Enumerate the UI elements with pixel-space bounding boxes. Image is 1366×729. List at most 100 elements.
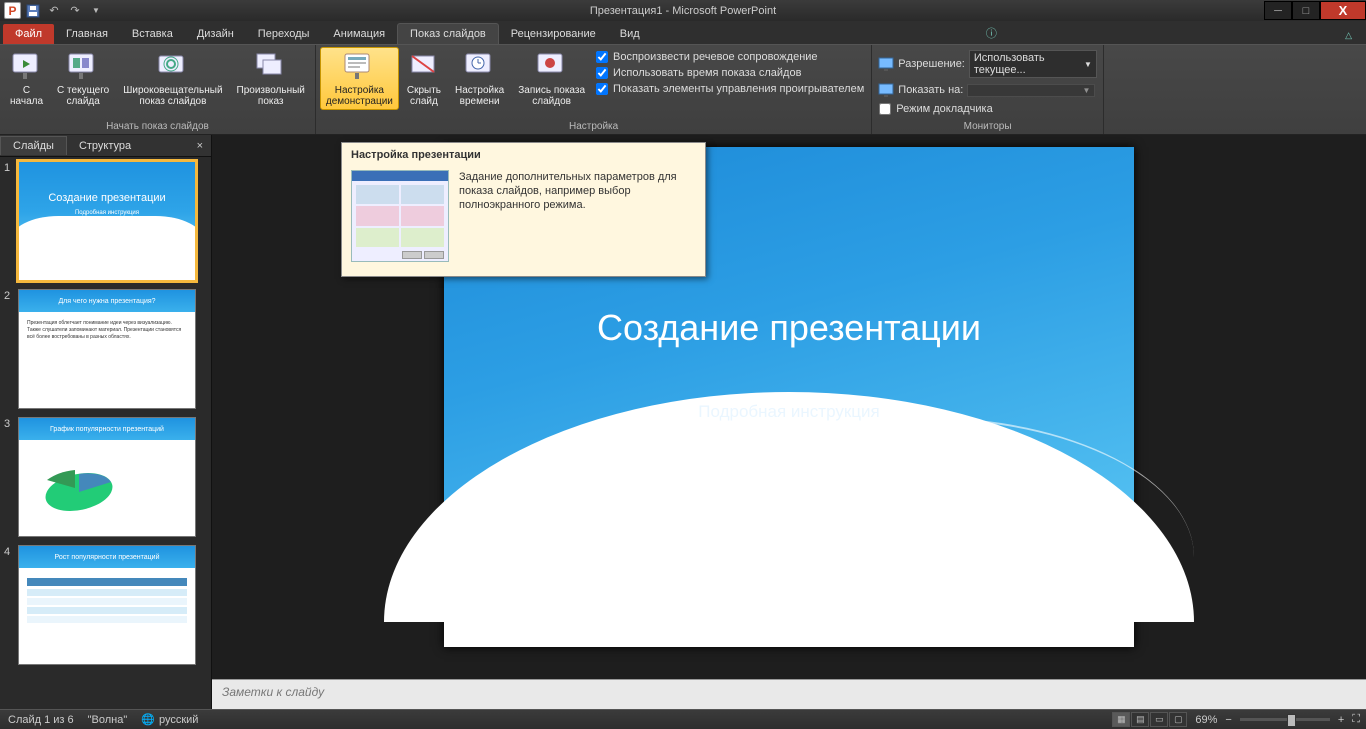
close-button[interactable]: X (1320, 1, 1366, 20)
window-title: Презентация1 - Microsoft PowerPoint (590, 5, 776, 17)
zoom-out-button[interactable]: − (1225, 714, 1231, 726)
show-on-dropdown[interactable]: ▼ (967, 84, 1095, 97)
help-icon[interactable]: ⓘ (980, 22, 1003, 44)
presentation-current-icon (67, 50, 99, 82)
tab-design[interactable]: Дизайн (185, 24, 246, 44)
thumb-number: 3 (4, 417, 14, 537)
save-icon[interactable] (24, 2, 42, 20)
tab-home[interactable]: Главная (54, 24, 120, 44)
thumbnail-list[interactable]: 1 Создание презентацииПодробная инструкц… (0, 157, 211, 709)
from-beginning-label: С начала (10, 85, 43, 107)
minimize-button[interactable]: ─ (1264, 1, 1292, 20)
zoom-in-button[interactable]: + (1338, 714, 1344, 726)
setup-show-button[interactable]: Настройка демонстрации (320, 47, 399, 110)
chevron-down-icon: ▼ (1082, 86, 1090, 95)
tab-animation[interactable]: Анимация (321, 24, 397, 44)
zoom-level[interactable]: 69% (1195, 714, 1217, 726)
thumbnail-4[interactable]: Рост популярности презентаций (18, 545, 196, 665)
hide-slide-label: Скрыть слайд (407, 85, 441, 107)
broadcast-label: Широковещательный показ слайдов (123, 85, 222, 107)
clock-icon (464, 50, 496, 82)
fit-window-button[interactable]: ⛶ (1352, 713, 1360, 726)
tooltip-title: Настройка презентации (342, 143, 705, 167)
setup-show-label: Настройка демонстрации (326, 85, 393, 107)
rehearse-label: Настройка времени (455, 85, 504, 107)
language-indicator[interactable]: 🌐русский (141, 713, 198, 726)
slides-tab[interactable]: Слайды (0, 136, 67, 155)
thumb-number: 2 (4, 289, 14, 409)
thumb-number: 4 (4, 545, 14, 665)
play-narrations-checkbox[interactable]: Воспроизвести речевое сопровождение (593, 49, 867, 65)
ribbon: С начала С текущего слайда Широковещател… (0, 44, 1366, 135)
undo-icon[interactable]: ↶ (45, 2, 63, 20)
presenter-view-checkbox[interactable]: Режим докладчика (876, 101, 1099, 117)
slide-panel: Слайды Структура × 1 Создание презентаци… (0, 135, 212, 709)
show-media-controls-checkbox[interactable]: Показать элементы управления проигрывате… (593, 81, 867, 97)
custom-show-icon (255, 50, 287, 82)
thumbnail-3[interactable]: График популярности презентаций (18, 417, 196, 537)
show-on-row: Показать на: ▼ (876, 81, 1099, 99)
window-controls: ─ □ X (1264, 1, 1366, 20)
monitor-icon (878, 56, 894, 72)
sorter-view-button[interactable]: ▤ (1131, 712, 1149, 727)
view-buttons: ▦ ▤ ▭ ▢ (1112, 712, 1187, 727)
ribbon-group-start: С начала С текущего слайда Широковещател… (0, 45, 316, 134)
thumbnail-1[interactable]: Создание презентацииПодробная инструкция (18, 161, 196, 281)
chevron-down-icon: ▼ (1084, 60, 1092, 69)
language-icon: 🌐 (141, 713, 155, 726)
tab-review[interactable]: Рецензирование (499, 24, 608, 44)
tab-slideshow[interactable]: Показ слайдов (397, 23, 499, 44)
redo-icon[interactable]: ↷ (66, 2, 84, 20)
slide-title[interactable]: Создание презентации (444, 307, 1134, 349)
thumbnail-row: 1 Создание презентацииПодробная инструкц… (4, 161, 207, 281)
tooltip-preview-image (351, 170, 449, 262)
from-beginning-button[interactable]: С начала (4, 47, 49, 110)
slideshow-view-button[interactable]: ▢ (1169, 712, 1187, 727)
normal-view-button[interactable]: ▦ (1112, 712, 1130, 727)
record-button[interactable]: Запись показа слайдов (512, 47, 591, 110)
ribbon-group-monitors: Разрешение: Использовать текущее...▼ Пок… (872, 45, 1104, 134)
tab-file[interactable]: Файл (3, 24, 54, 44)
thumbnail-2[interactable]: Для чего нужна презентация? Презентация … (18, 289, 196, 409)
title-bar: P ↶ ↷ ▼ Презентация1 - Microsoft PowerPo… (0, 0, 1366, 21)
resolution-dropdown[interactable]: Использовать текущее...▼ (969, 50, 1097, 78)
ribbon-group-setup: Настройка демонстрации Скрыть слайд Наст… (316, 45, 872, 134)
status-bar: Слайд 1 из 6 "Волна" 🌐русский ▦ ▤ ▭ ▢ 69… (0, 709, 1366, 729)
presentation-icon (11, 50, 43, 82)
group-start-label: Начать показ слайдов (4, 120, 311, 134)
setup-icon (343, 50, 375, 82)
minimize-ribbon-icon[interactable]: △ (1339, 27, 1358, 44)
group-monitors-label: Мониторы (876, 120, 1099, 134)
notes-pane[interactable]: Заметки к слайду (212, 679, 1366, 709)
resolution-row: Разрешение: Использовать текущее...▼ (876, 49, 1099, 79)
monitor-icon (878, 82, 894, 98)
custom-show-label: Произвольный показ (237, 85, 305, 107)
qat-dropdown-icon[interactable]: ▼ (87, 2, 105, 20)
outline-tab[interactable]: Структура (67, 137, 143, 155)
thumbnail-row: 4 Рост популярности презентаций (4, 545, 207, 665)
slide-counter: Слайд 1 из 6 (8, 714, 74, 726)
hide-slide-button[interactable]: Скрыть слайд (401, 47, 447, 110)
tab-insert[interactable]: Вставка (120, 24, 185, 44)
record-icon (536, 50, 568, 82)
custom-show-button[interactable]: Произвольный показ (231, 47, 311, 110)
maximize-button[interactable]: □ (1292, 1, 1320, 20)
from-current-button[interactable]: С текущего слайда (51, 47, 115, 110)
use-timings-checkbox[interactable]: Использовать время показа слайдов (593, 65, 867, 81)
close-panel-button[interactable]: × (189, 138, 211, 154)
slide-panel-tabs: Слайды Структура × (0, 135, 211, 157)
quick-access-toolbar: P ↶ ↷ ▼ (0, 2, 105, 20)
group-setup-label: Настройка (320, 120, 867, 134)
reading-view-button[interactable]: ▭ (1150, 712, 1168, 727)
ribbon-tabs: Файл Главная Вставка Дизайн Переходы Ани… (0, 21, 1366, 44)
tab-view[interactable]: Вид (608, 24, 652, 44)
theme-name: "Волна" (88, 714, 128, 726)
rehearse-button[interactable]: Настройка времени (449, 47, 510, 110)
slide-subtitle[interactable]: Подробная инструкция (444, 402, 1134, 422)
tab-transitions[interactable]: Переходы (246, 24, 322, 44)
zoom-slider[interactable] (1240, 718, 1330, 721)
thumbnail-row: 2 Для чего нужна презентация? Презентаци… (4, 289, 207, 409)
app-icon[interactable]: P (4, 2, 21, 19)
tooltip-body: Задание дополнительных параметров для по… (459, 170, 696, 262)
broadcast-button[interactable]: Широковещательный показ слайдов (117, 47, 228, 110)
